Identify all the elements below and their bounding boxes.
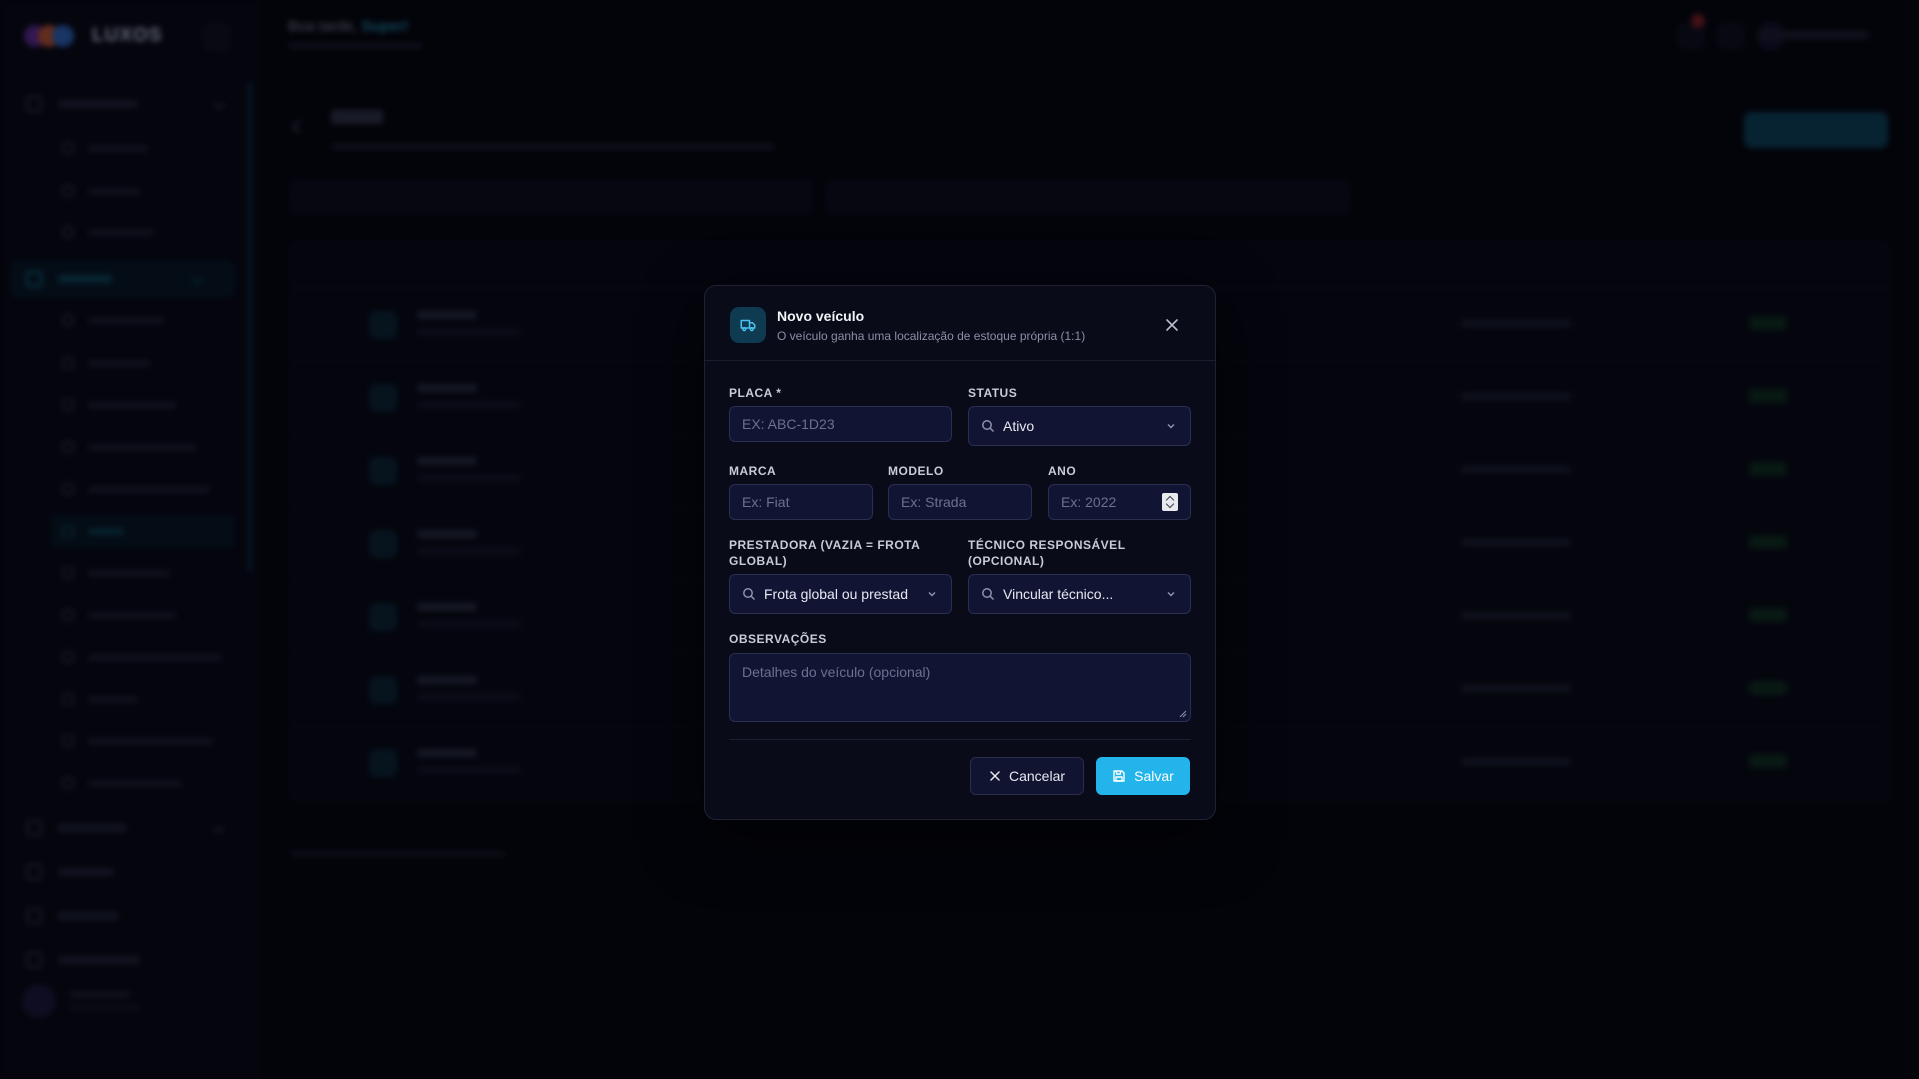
modelo-field[interactable] bbox=[888, 484, 1032, 520]
tecnico-value: Vincular técnico... bbox=[1003, 586, 1114, 602]
truck-icon bbox=[730, 307, 766, 343]
cancel-button[interactable]: Cancelar bbox=[970, 757, 1084, 795]
modal-header: Novo veículo O veículo ganha uma localiz… bbox=[705, 286, 1215, 361]
modelo-label: MODELO bbox=[888, 464, 944, 478]
resize-grip-icon[interactable] bbox=[1177, 708, 1187, 718]
modelo-input[interactable] bbox=[889, 485, 1031, 519]
prestadora-label: PRESTADORA (VAZIA = FROTA GLOBAL) bbox=[729, 537, 920, 569]
close-icon[interactable] bbox=[1163, 316, 1181, 334]
modal-subtitle: O veículo ganha uma localização de estoq… bbox=[777, 329, 1086, 343]
tecnico-select[interactable]: Vincular técnico... bbox=[968, 574, 1191, 614]
save-button[interactable]: Salvar bbox=[1096, 757, 1190, 795]
status-label: STATUS bbox=[968, 386, 1018, 400]
chevron-down-icon bbox=[1167, 423, 1175, 429]
chevron-down-icon bbox=[928, 591, 936, 597]
prestadora-select[interactable]: Frota global ou prestad bbox=[729, 574, 952, 614]
chevron-down-icon bbox=[1167, 591, 1175, 597]
marca-label: MARCA bbox=[729, 464, 777, 478]
status-select[interactable]: Ativo bbox=[968, 406, 1191, 446]
observacoes-textarea[interactable] bbox=[730, 654, 1190, 721]
placa-label: PLACA * bbox=[729, 386, 782, 400]
status-value: Ativo bbox=[1003, 418, 1035, 434]
cancel-label: Cancelar bbox=[1008, 768, 1066, 784]
tecnico-label-line2: (OPCIONAL) bbox=[968, 554, 1045, 568]
observacoes-label: OBSERVAÇÕES bbox=[729, 632, 827, 646]
prestadora-value: Frota global ou prestad bbox=[764, 586, 908, 602]
ano-field[interactable] bbox=[1048, 484, 1191, 520]
number-stepper[interactable] bbox=[1162, 493, 1178, 511]
ano-label: ANO bbox=[1048, 464, 1077, 478]
placa-field[interactable] bbox=[729, 406, 952, 442]
save-icon bbox=[1113, 770, 1125, 782]
marca-field[interactable] bbox=[729, 484, 873, 520]
save-label: Salvar bbox=[1134, 768, 1174, 784]
x-icon bbox=[990, 771, 1000, 781]
search-icon bbox=[982, 420, 995, 433]
prestadora-label-line2: GLOBAL) bbox=[729, 554, 788, 568]
prestadora-label-line1: PRESTADORA (VAZIA = FROTA bbox=[729, 538, 921, 552]
tecnico-label: TÉCNICO RESPONSÁVEL (OPCIONAL) bbox=[968, 537, 1126, 569]
modal-title: Novo veículo bbox=[777, 308, 865, 324]
tecnico-label-line1: TÉCNICO RESPONSÁVEL bbox=[968, 538, 1126, 552]
placa-input[interactable] bbox=[730, 407, 951, 441]
modal-divider bbox=[729, 739, 1191, 740]
search-icon bbox=[982, 588, 995, 601]
search-icon bbox=[743, 588, 756, 601]
marca-input[interactable] bbox=[730, 485, 872, 519]
observacoes-field[interactable] bbox=[729, 653, 1191, 722]
